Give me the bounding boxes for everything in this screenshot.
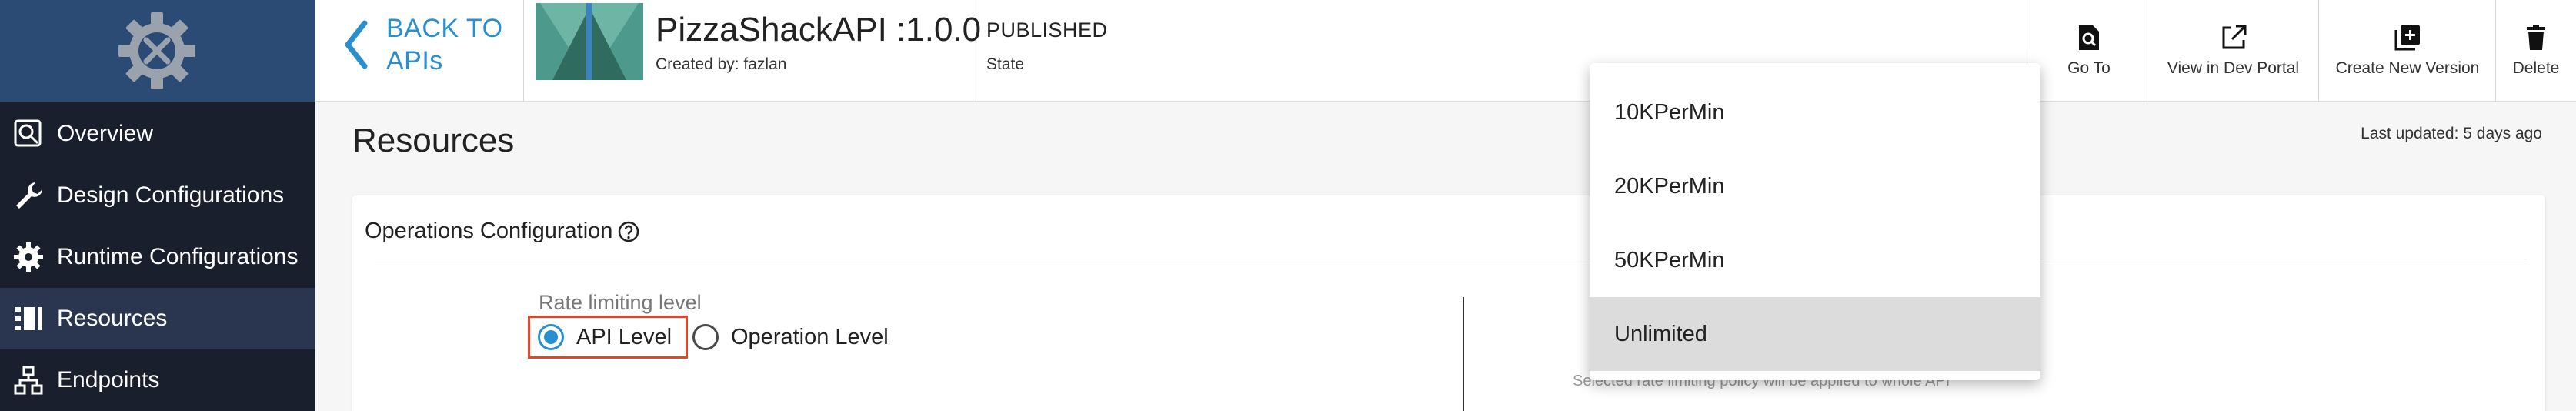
- resources-icon: [0, 306, 57, 332]
- api-state-label: State: [986, 55, 1025, 73]
- operations-configuration-card: Operations Configuration Rate limiting l…: [352, 195, 2545, 411]
- library-add-icon: [2394, 24, 2421, 52]
- api-thumbnail: [536, 3, 643, 80]
- delete-button[interactable]: Delete: [2496, 0, 2576, 102]
- api-level-radio-option[interactable]: API Level: [528, 316, 688, 359]
- trash-icon: [2525, 24, 2547, 52]
- back-label-line2: APIs: [386, 46, 443, 75]
- sidebar-item-design-configurations[interactable]: Design Configurations: [0, 165, 315, 226]
- api-state-value: PUBLISHED: [986, 18, 1108, 42]
- overview-icon: [0, 119, 57, 149]
- api-name: PizzaShackAPI :1.0.0: [656, 11, 982, 48]
- sidebar: Overview Design Configurations Runtime C…: [0, 0, 315, 411]
- dropdown-option-unlimited[interactable]: Unlimited: [1590, 297, 2040, 371]
- dropdown-option-10kpermin[interactable]: 10KPerMin: [1590, 75, 2040, 149]
- sidebar-item-label: Design Configurations: [57, 182, 285, 208]
- go-to-button[interactable]: Go To: [2030, 0, 2147, 102]
- operation-level-label: Operation Level: [731, 324, 889, 349]
- divider: [1463, 297, 1464, 411]
- create-new-version-button[interactable]: Create New Version: [2319, 0, 2496, 102]
- sidebar-item-label: Resources: [57, 306, 168, 331]
- api-header: BACK TO APIs PizzaShackAPI :1.0.0 Create…: [315, 0, 2576, 102]
- sidebar-item-label: Endpoints: [57, 367, 160, 393]
- help-icon[interactable]: [617, 220, 640, 243]
- back-to-apis-link[interactable]: BACK TO APIs: [342, 12, 503, 77]
- main-content: Resources Last updated: 5 days ago Opera…: [315, 102, 2576, 411]
- api-level-radio[interactable]: [538, 324, 564, 350]
- gear-icon: [0, 242, 57, 272]
- dropdown-option-20kpermin[interactable]: 20KPerMin: [1590, 149, 2040, 223]
- chevron-left-icon: [345, 20, 368, 69]
- view-in-dev-portal-label: View in Dev Portal: [2167, 59, 2300, 77]
- app-logo-icon: [118, 12, 195, 89]
- operation-level-radio-option[interactable]: Operation Level: [692, 318, 889, 356]
- operation-level-radio[interactable]: [692, 324, 719, 350]
- sidebar-item-endpoints[interactable]: Endpoints: [0, 349, 315, 411]
- rate-limiting-level-label: Rate limiting level: [539, 291, 702, 314]
- delete-label: Delete: [2512, 59, 2560, 77]
- sidebar-item-runtime-configurations[interactable]: Runtime Configurations: [0, 226, 315, 288]
- sidebar-item-resources[interactable]: Resources: [0, 288, 315, 349]
- back-label-line1: BACK TO: [386, 14, 503, 43]
- rate-limit-policy-dropdown-menu: 10KPerMin 20KPerMin 50KPerMin Unlimited: [1590, 63, 2040, 380]
- create-new-version-label: Create New Version: [2335, 59, 2480, 77]
- sidebar-item-overview[interactable]: Overview: [0, 103, 315, 165]
- endpoints-icon: [0, 365, 57, 396]
- open-in-new-icon: [2221, 24, 2247, 52]
- app-logo[interactable]: [0, 0, 315, 102]
- last-updated-text: Last updated: 5 days ago: [2361, 125, 2542, 142]
- sidebar-item-label: Runtime Configurations: [57, 244, 299, 269]
- dropdown-option-50kpermin[interactable]: 50KPerMin: [1590, 223, 2040, 297]
- api-created-by: Created by: fazlan: [656, 55, 787, 73]
- sidebar-item-label: Overview: [57, 121, 154, 146]
- page-title: Resources: [352, 122, 515, 159]
- api-level-label: API Level: [576, 324, 672, 349]
- go-to-label: Go To: [2067, 59, 2111, 77]
- search-document-icon: [2077, 24, 2101, 52]
- view-in-dev-portal-button[interactable]: View in Dev Portal: [2147, 0, 2319, 102]
- operations-configuration-title: Operations Configuration: [365, 219, 640, 244]
- wrench-icon: [0, 179, 57, 212]
- divider: [523, 0, 524, 102]
